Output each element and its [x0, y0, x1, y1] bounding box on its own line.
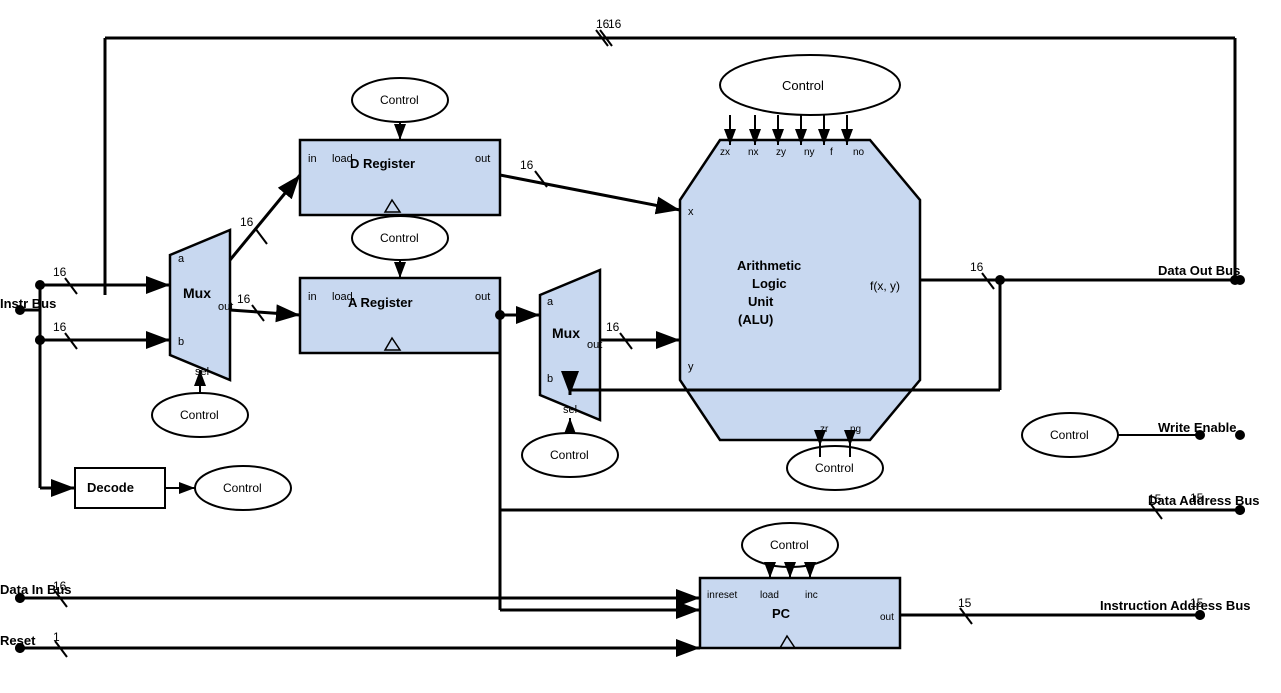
svg-text:Reset: Reset — [0, 633, 36, 648]
svg-text:Control: Control — [782, 78, 824, 93]
svg-text:zx: zx — [720, 147, 730, 158]
svg-text:load: load — [760, 590, 779, 601]
svg-text:Data In Bus: Data In Bus — [0, 582, 72, 597]
svg-text:1: 1 — [53, 630, 60, 644]
svg-text:PC: PC — [772, 606, 791, 621]
svg-text:Unit: Unit — [748, 294, 774, 309]
svg-text:Data Out Bus: Data Out Bus — [1158, 263, 1240, 278]
svg-text:Control: Control — [550, 448, 589, 462]
svg-text:16: 16 — [520, 158, 534, 172]
svg-text:16: 16 — [53, 320, 67, 334]
svg-text:Decode: Decode — [87, 480, 134, 495]
svg-text:in: in — [308, 291, 317, 303]
svg-text:sel: sel — [195, 366, 209, 378]
svg-text:Instruction Address Bus: Instruction Address Bus — [1100, 598, 1250, 613]
svg-text:Instr Bus: Instr Bus — [0, 296, 56, 311]
svg-text:a: a — [547, 296, 554, 308]
svg-text:16: 16 — [240, 215, 254, 229]
svg-text:A Register: A Register — [348, 295, 413, 310]
svg-text:out: out — [475, 153, 490, 165]
svg-text:Control: Control — [770, 538, 809, 552]
svg-text:in: in — [308, 153, 317, 165]
svg-text:load: load — [332, 153, 353, 165]
svg-text:zy: zy — [776, 147, 786, 158]
svg-text:16: 16 — [53, 265, 67, 279]
svg-text:f: f — [830, 147, 833, 158]
svg-text:in: in — [707, 590, 715, 601]
svg-text:ng: ng — [850, 424, 861, 435]
svg-text:Mux: Mux — [183, 285, 211, 301]
architecture-diagram: Mux a out b sel D Register in out load A… — [0, 0, 1281, 693]
svg-text:b: b — [547, 373, 553, 385]
svg-text:reset: reset — [715, 590, 737, 601]
svg-text:inc: inc — [805, 590, 818, 601]
svg-text:Control: Control — [180, 408, 219, 422]
svg-text:16: 16 — [606, 320, 620, 334]
svg-text:16: 16 — [970, 260, 984, 274]
svg-text:sel: sel — [563, 404, 577, 416]
svg-text:16: 16 — [237, 292, 251, 306]
svg-text:Data Address Bus: Data Address Bus — [1148, 493, 1260, 508]
svg-text:Logic: Logic — [752, 276, 787, 291]
svg-text:(ALU): (ALU) — [738, 312, 773, 327]
svg-text:zr: zr — [820, 424, 829, 435]
svg-text:Control: Control — [380, 93, 419, 107]
svg-text:Control: Control — [815, 461, 854, 475]
svg-text:15: 15 — [1190, 491, 1204, 505]
svg-text:nx: nx — [748, 147, 759, 158]
svg-text:f(x, y): f(x, y) — [870, 279, 900, 293]
svg-text:15: 15 — [1190, 596, 1204, 610]
svg-text:16: 16 — [596, 17, 610, 31]
svg-text:D Register: D Register — [350, 156, 415, 171]
svg-text:Control: Control — [1050, 428, 1089, 442]
svg-text:b: b — [178, 336, 184, 348]
svg-text:out: out — [880, 612, 894, 623]
svg-text:no: no — [853, 147, 865, 158]
svg-text:Control: Control — [223, 481, 262, 495]
svg-text:16: 16 — [608, 17, 622, 31]
svg-text:Write Enable: Write Enable — [1158, 420, 1237, 435]
svg-text:Mux: Mux — [552, 325, 580, 341]
svg-text:out: out — [475, 291, 490, 303]
svg-text:y: y — [688, 361, 694, 373]
svg-text:load: load — [332, 291, 353, 303]
svg-text:Arithmetic: Arithmetic — [737, 258, 801, 273]
svg-text:15: 15 — [958, 596, 972, 610]
svg-text:ny: ny — [804, 147, 815, 158]
svg-text:Control: Control — [380, 231, 419, 245]
svg-text:a: a — [178, 253, 185, 265]
svg-text:x: x — [688, 206, 694, 218]
